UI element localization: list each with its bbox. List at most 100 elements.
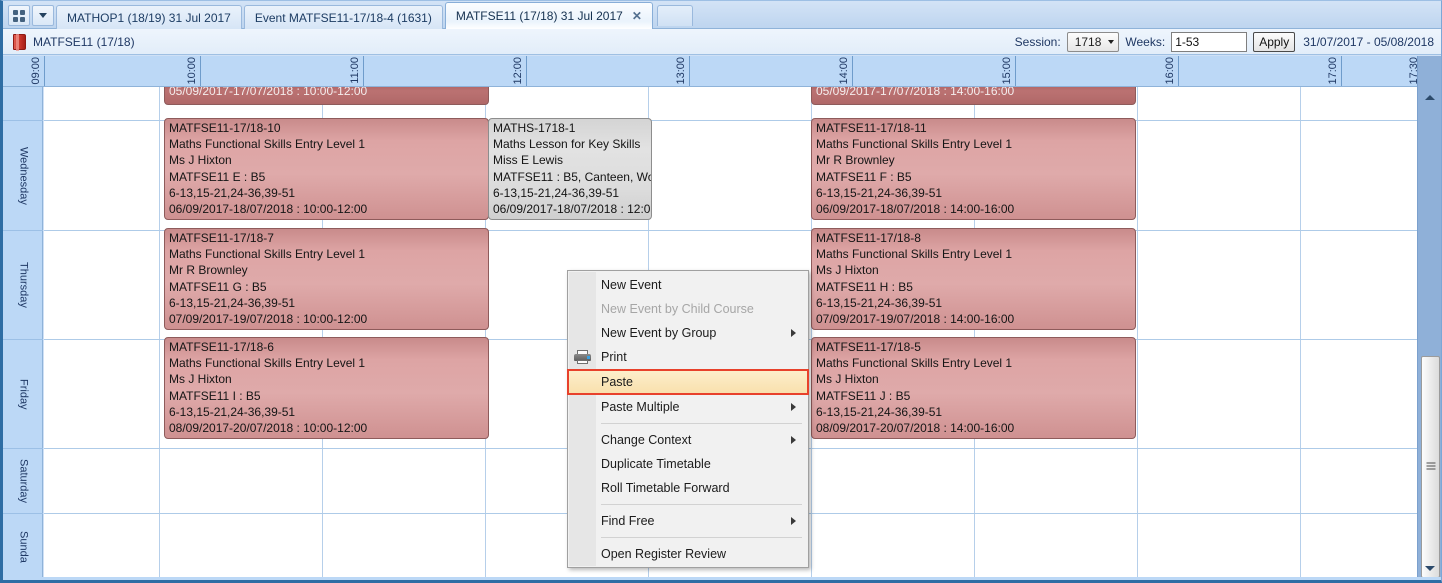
menu-item-paste-multiple[interactable]: Paste Multiple [568,395,808,419]
scrollbar-thumb-grip [1426,463,1435,472]
menu-item-duplicate-timetable[interactable]: Duplicate Timetable [568,452,808,476]
event-line: 05/09/2017-17/07/2018 : 14:00-16:00 [816,87,1135,99]
menu-separator [601,504,802,505]
submenu-arrow-icon [791,329,796,337]
day-row-blank [3,87,43,121]
event-line: 07/09/2017-19/07/2018 : 14:00-16:00 [816,311,1135,327]
scroll-down-arrow-icon [1425,566,1435,571]
ruler-tick-label: 17:00 [1328,57,1339,85]
context-label: MATFSE11 (17/18) [33,35,135,49]
scroll-up-arrow-icon [1425,95,1435,100]
weeks-input[interactable]: 1-53 [1171,32,1247,52]
grid-vline [159,87,160,581]
tab-label: Event MATFSE11-17/18-4 (1631) [255,11,432,25]
session-select[interactable]: 1718 [1067,32,1120,52]
chevron-down-icon [1108,40,1114,44]
scroll-down-button[interactable] [1418,557,1442,579]
event-partial-top-left[interactable]: 05/09/2017-17/07/2018 : 10:00-12:00 [164,87,489,105]
event-line: MATFSE11 E : B5 [169,169,488,185]
event-line: 06/09/2017-18/07/2018 : 12:0 [493,201,651,217]
scroll-up-button[interactable] [1418,86,1442,108]
event-line: MATFSE11 G : B5 [169,279,488,295]
menu-item-new-event-by-group[interactable]: New Event by Group [568,321,808,345]
submenu-arrow-icon [791,517,796,525]
apply-button[interactable]: Apply [1253,32,1295,52]
submenu-arrow-icon [791,403,796,411]
day-label: Wednesday [18,147,29,205]
event-line: MATFSE11-17/18-11 [816,120,1135,136]
event-maths-1718-1[interactable]: MATHS-1718-1Maths Lesson for Key SkillsM… [488,118,652,220]
day-label: Friday [18,379,29,410]
close-icon[interactable]: ✕ [632,9,642,23]
tab-label: MATHOP1 (18/19) 31 Jul 2017 [67,11,231,25]
menu-item-open-register-review[interactable]: Open Register Review [568,542,808,566]
day-label: Saturday [18,459,29,503]
day-label: Sunda [18,531,29,563]
vertical-scrollbar[interactable] [1417,56,1441,581]
tab-list-dropdown-button[interactable] [32,5,54,26]
event-partial-top-right[interactable]: 05/09/2017-17/07/2018 : 14:00-16:00 [811,87,1136,105]
event-line: 08/09/2017-20/07/2018 : 10:00-12:00 [169,420,488,436]
weeks-label: Weeks: [1125,35,1165,49]
event-matfse11-17-18-5[interactable]: MATFSE11-17/18-5Maths Functional Skills … [811,337,1136,439]
menu-item-label: Change Context [601,433,691,447]
event-line: Maths Functional Skills Entry Level 1 [816,136,1135,152]
ruler-tick-label: 10:00 [187,57,198,85]
day-row-friday: Friday [3,340,43,449]
event-line: Maths Lesson for Key Skills [493,136,651,152]
menu-item-label: Find Free [601,514,655,528]
event-line: Maths Functional Skills Entry Level 1 [169,136,488,152]
menu-item-label: Paste Multiple [601,400,680,414]
menu-item-paste[interactable]: Paste [567,369,809,395]
context-menu: New Event New Event by Child Course New Ev… [567,270,809,568]
event-line: Ms J Hixton [169,371,488,387]
ruler-tick [1015,56,1016,86]
menu-item-label: New Event by Child Course [601,302,754,316]
scrollbar-track[interactable] [1420,108,1441,356]
menu-item-find-free[interactable]: Find Free [568,509,808,533]
event-line: Maths Functional Skills Entry Level 1 [169,355,488,371]
menu-item-label: New Event by Group [601,326,716,340]
event-line: 6-13,15-21,24-36,39-51 [493,185,651,201]
ruler-tick-label: 12:00 [513,57,524,85]
menu-item-new-event-by-child-course: New Event by Child Course [568,297,808,321]
event-line: MATFSE11-17/18-10 [169,120,488,136]
event-line: Maths Functional Skills Entry Level 1 [816,246,1135,262]
ruler-tick [363,56,364,86]
tab-new-placeholder[interactable] [657,5,693,26]
menu-item-roll-timetable-forward[interactable]: Roll Timetable Forward [568,476,808,500]
event-matfse11-17-18-10[interactable]: MATFSE11-17/18-10Maths Functional Skills… [164,118,489,220]
ruler-tick [689,56,690,86]
event-matfse11-17-18-7[interactable]: MATFSE11-17/18-7Maths Functional Skills … [164,228,489,330]
ruler-tick [526,56,527,86]
scrollbar-thumb[interactable] [1421,356,1440,578]
ruler-tick-label: 15:00 [1002,57,1013,85]
time-ruler: 09:0010:0011:0012:0013:0014:0015:0016:00… [3,56,1420,87]
event-line: Maths Functional Skills Entry Level 1 [816,355,1135,371]
ruler-tick-label: 14:00 [839,57,850,85]
event-line: 6-13,15-21,24-36,39-51 [816,295,1135,311]
grid-view-icon-button[interactable] [8,5,30,26]
tab-0[interactable]: MATHOP1 (18/19) 31 Jul 2017 [56,5,242,29]
ruler-tick [200,56,201,86]
ruler-tick [852,56,853,86]
ruler-tick-label: 13:00 [676,57,687,85]
event-line: 6-13,15-21,24-36,39-51 [169,185,488,201]
tab-1[interactable]: Event MATFSE11-17/18-4 (1631) [244,5,443,29]
day-row-saturday: Saturday [3,449,43,514]
event-line: MATFSE11-17/18-5 [816,339,1135,355]
menu-item-change-context[interactable]: Change Context [568,428,808,452]
event-matfse11-17-18-8[interactable]: MATFSE11-17/18-8Maths Functional Skills … [811,228,1136,330]
grid-vline [1137,87,1138,581]
grid-vline [1300,87,1301,581]
event-matfse11-17-18-11[interactable]: MATFSE11-17/18-11Maths Functional Skills… [811,118,1136,220]
menu-item-new-event[interactable]: New Event [568,273,808,297]
menu-item-print[interactable]: Print [568,345,808,369]
ruler-tick-label: 11:00 [350,57,361,84]
event-matfse11-17-18-6[interactable]: MATFSE11-17/18-6Maths Functional Skills … [164,337,489,439]
ruler-tick [1341,56,1342,86]
menu-item-label: Paste [601,375,633,389]
tab-2[interactable]: MATFSE11 (17/18) 31 Jul 2017 ✕ [445,2,653,29]
tab-label: MATFSE11 (17/18) 31 Jul 2017 [456,9,623,23]
menu-item-label: Print [601,350,627,364]
